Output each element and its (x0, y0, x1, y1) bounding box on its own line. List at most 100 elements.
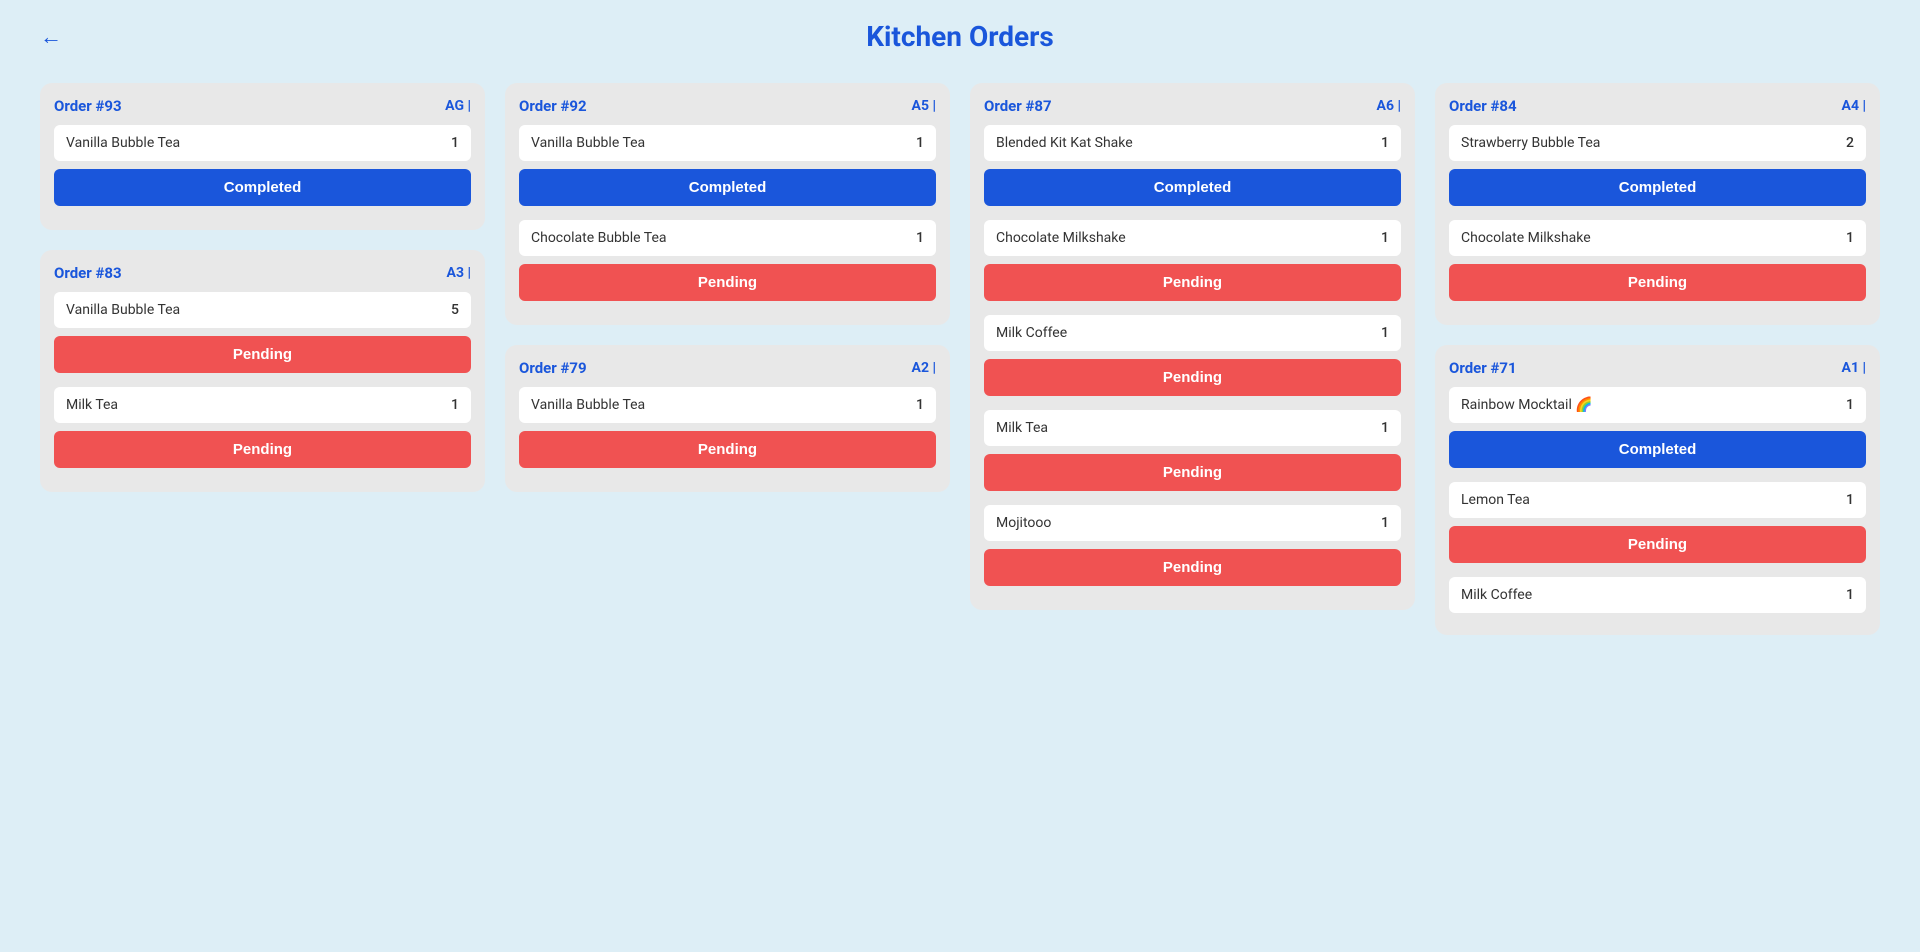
order-card: Order #83A3 |Vanilla Bubble Tea5PendingM… (40, 250, 485, 492)
item-name: Chocolate Milkshake (1461, 230, 1591, 246)
order-item: Chocolate Milkshake 1 (1449, 220, 1866, 256)
order-card: Order #71A1 | Rainbow Mocktail 🌈1 Complete… (1435, 345, 1880, 635)
order-item: Vanilla Bubble Tea1 (54, 125, 471, 161)
order-number: Order #71 (1449, 359, 1517, 377)
order-card: Order #84 A4 | Strawberry Bubble Tea2 Compl… (1435, 83, 1880, 325)
item-group: Chocolate Milkshake1 Pending (984, 220, 1401, 311)
item-name: Chocolate Bubble Tea (531, 230, 667, 246)
item-name: Strawberry Bubble Tea (1461, 135, 1600, 151)
column-1: Order #92A5 | Vanilla Bubble Tea 1 Complete… (505, 83, 950, 492)
status-button-pending[interactable]: Pending (1449, 526, 1866, 563)
item-group: Lemon Tea1 Pending (1449, 482, 1866, 573)
back-button[interactable]: ← (40, 24, 62, 50)
order-card: Order #87 A6 | Blended Kit Kat Shake 1 Compl… (970, 83, 1415, 610)
order-number: Order #87 (984, 97, 1052, 115)
order-number: Order #93 (54, 97, 122, 115)
item-group: Rainbow Mocktail 🌈1 Completed (1449, 387, 1866, 478)
order-item: Milk Coffee 1 (1449, 577, 1866, 613)
order-header: Order #93 AG | (54, 97, 471, 115)
item-name: Milk Coffee (1461, 587, 1532, 603)
item-group: Milk Coffee 1 Pending (984, 315, 1401, 406)
order-item: Lemon Tea1 (1449, 482, 1866, 518)
order-number: Order #92 (519, 97, 587, 115)
order-table: A4 | (1842, 98, 1866, 114)
item-name: Blended Kit Kat Shake (996, 135, 1133, 151)
item-qty: 1 (1846, 230, 1854, 246)
order-item: Vanilla Bubble Tea 1 (519, 125, 936, 161)
item-group: Chocolate Milkshake 1 Pending (1449, 220, 1866, 311)
item-group: Vanilla Bubble Tea 5 Pending (54, 292, 471, 383)
item-qty: 1 (1381, 420, 1389, 436)
item-qty: 5 (451, 302, 459, 318)
page-title: Kitchen Orders (866, 20, 1054, 53)
status-button-completed[interactable]: Completed (984, 169, 1401, 206)
item-qty: 1 (1381, 325, 1389, 341)
status-button-pending[interactable]: Pending (984, 549, 1401, 586)
item-name: Milk Tea (996, 420, 1048, 436)
column-0: Order #93AG |Vanilla Bubble Tea1Complete… (40, 83, 485, 492)
item-group: Milk Tea1 Pending (54, 387, 471, 478)
item-name: Milk Coffee (996, 325, 1067, 341)
item-qty: 1 (451, 135, 459, 151)
order-item: Milk Coffee 1 (984, 315, 1401, 351)
item-name: Chocolate Milkshake (996, 230, 1126, 246)
order-header: Order #92A5 | (519, 97, 936, 115)
order-item: Strawberry Bubble Tea2 (1449, 125, 1866, 161)
status-button-pending[interactable]: Pending (1449, 264, 1866, 301)
item-group: Milk Coffee 1 (1449, 577, 1866, 621)
item-group: Blended Kit Kat Shake 1 Completed (984, 125, 1401, 216)
order-item: Mojitooo 1 (984, 505, 1401, 541)
status-button-completed[interactable]: Completed (1449, 431, 1866, 468)
item-group: Vanilla Bubble Tea1 Completed (54, 125, 471, 216)
order-number: Order #84 (1449, 97, 1517, 115)
status-button-completed[interactable]: Completed (1449, 169, 1866, 206)
order-item: Chocolate Milkshake1 (984, 220, 1401, 256)
order-item: Chocolate Bubble Tea 1 (519, 220, 936, 256)
order-item: Milk Tea1 (54, 387, 471, 423)
item-qty: 1 (1846, 492, 1854, 508)
status-button-pending[interactable]: Pending (54, 336, 471, 373)
item-group: Strawberry Bubble Tea2 Completed (1449, 125, 1866, 216)
item-qty: 1 (1381, 515, 1389, 531)
item-name: Vanilla Bubble Tea (66, 302, 180, 318)
item-name: Vanilla Bubble Tea (531, 135, 645, 151)
item-group: Mojitooo 1 Pending (984, 505, 1401, 596)
order-card: Order #92A5 | Vanilla Bubble Tea 1 Complete… (505, 83, 950, 325)
item-group: Milk Tea 1 Pending (984, 410, 1401, 501)
order-table: A2 | (912, 360, 936, 376)
status-button-pending[interactable]: Pending (54, 431, 471, 468)
status-button-completed[interactable]: Completed (54, 169, 471, 206)
order-item: Milk Tea 1 (984, 410, 1401, 446)
order-number: Order #83 (54, 264, 122, 282)
status-button-pending[interactable]: Pending (984, 454, 1401, 491)
status-button-completed[interactable]: Completed (519, 169, 936, 206)
order-table: A6 | (1377, 98, 1401, 114)
order-table: AG | (445, 98, 471, 114)
order-number: Order #79 (519, 359, 587, 377)
order-header: Order #87 A6 | (984, 97, 1401, 115)
status-button-pending[interactable]: Pending (519, 264, 936, 301)
order-item: Blended Kit Kat Shake 1 (984, 125, 1401, 161)
status-button-pending[interactable]: Pending (984, 359, 1401, 396)
item-group: Chocolate Bubble Tea 1 Pending (519, 220, 936, 311)
item-qty: 1 (916, 135, 924, 151)
item-qty: 1 (916, 397, 924, 413)
status-button-pending[interactable]: Pending (984, 264, 1401, 301)
order-item: Rainbow Mocktail 🌈1 (1449, 387, 1866, 423)
order-header: Order #71A1 | (1449, 359, 1866, 377)
item-qty: 1 (1381, 135, 1389, 151)
item-qty: 1 (916, 230, 924, 246)
item-name: Mojitooo (996, 515, 1051, 531)
order-item: Vanilla Bubble Tea 5 (54, 292, 471, 328)
item-name: Milk Tea (66, 397, 118, 413)
column-2: Order #87 A6 | Blended Kit Kat Shake 1 Compl… (970, 83, 1415, 610)
order-header: Order #84 A4 | (1449, 97, 1866, 115)
item-qty: 1 (1846, 397, 1854, 413)
order-card: Order #93 AG | Vanilla Bubble Tea1 Complete… (40, 83, 485, 230)
order-header: Order #79 A2 | (519, 359, 936, 377)
item-group: Vanilla Bubble Tea1Pending (519, 387, 936, 478)
item-qty: 1 (1846, 587, 1854, 603)
orders-grid: Order #93AG |Vanilla Bubble Tea1Complete… (40, 83, 1880, 635)
status-button-pending[interactable]: Pending (519, 431, 936, 468)
column-3: Order #84 A4 | Strawberry Bubble Tea2 Compl… (1435, 83, 1880, 635)
